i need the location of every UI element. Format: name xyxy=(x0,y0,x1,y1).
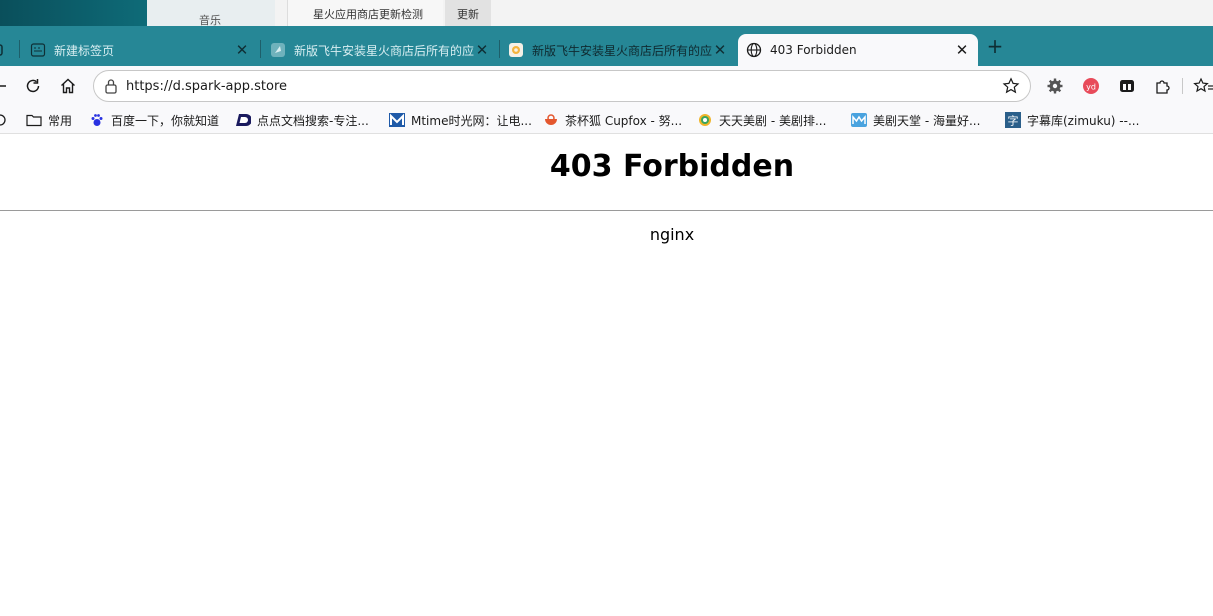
bookmarks-bar: 常用 百度一下，你就知道 点点文档搜索-专注... Mtime时光网：让电...… xyxy=(0,106,1213,134)
gear-extension-icon[interactable] xyxy=(1045,76,1065,96)
svg-text:字: 字 xyxy=(1008,114,1019,128)
tiantian-icon xyxy=(697,112,713,128)
navigation-toolbar: yd xyxy=(0,66,1213,106)
mtime-icon xyxy=(389,112,405,128)
tab-title: 新版飞牛安装星火商店后所有的应用 xyxy=(532,43,712,58)
tab-close-icon[interactable]: ✕ xyxy=(712,41,728,59)
music-label: 音乐 xyxy=(199,14,221,26)
cupfox-icon xyxy=(543,112,559,128)
url-input[interactable] xyxy=(126,76,986,96)
lock-icon[interactable] xyxy=(104,78,118,97)
bookmark-baidu[interactable]: 百度一下，你就知道 xyxy=(89,111,219,129)
background-app-sidebar xyxy=(0,0,147,26)
tab-feiniu-1[interactable]: 新版飞牛安装星火商店后所有的应用 ✕ xyxy=(262,34,498,66)
background-music-item: 音乐 xyxy=(147,0,275,26)
bookmark-label: 点点文档搜索-专注... xyxy=(257,113,369,128)
tab-separator xyxy=(260,40,261,58)
favorites-list-icon[interactable] xyxy=(1193,76,1213,96)
back-arrow-icon[interactable] xyxy=(0,74,12,98)
bookmark-label: Mtime时光网：让电... xyxy=(411,113,532,128)
background-window-title: 星火应用商店更新检测 xyxy=(287,0,443,26)
zimuku-icon: 字 xyxy=(1005,112,1021,128)
bookmark-mtime[interactable]: Mtime时光网：让电... xyxy=(389,111,532,129)
background-app-strip: 音乐 星火应用商店更新检测 更新 xyxy=(0,0,1213,26)
bookmark-diandian[interactable]: 点点文档搜索-专注... xyxy=(235,111,369,129)
page-content: 403 Forbidden nginx xyxy=(0,135,1213,616)
tab-manager-extension-icon[interactable] xyxy=(1117,76,1137,96)
tab-title: 新建标签页 xyxy=(54,43,115,58)
home-icon[interactable] xyxy=(56,74,80,98)
tab-bar: 新建标签页 ✕ 新版飞牛安装星火商店后所有的应用 ✕ 新版飞牛安装星火商店后所有… xyxy=(0,26,1213,66)
address-bar[interactable] xyxy=(93,70,1031,102)
bookmark-meiju[interactable]: 美剧天堂 - 海量好... xyxy=(851,111,980,129)
diandian-icon xyxy=(235,112,251,128)
bookmark-label: 字幕库(zimuku) --... xyxy=(1027,113,1140,128)
tab-partial[interactable] xyxy=(0,34,6,66)
bookmark-label: 百度一下，你就知道 xyxy=(111,113,220,128)
server-name: nginx xyxy=(649,225,695,244)
tab-partial-icon xyxy=(0,44,3,56)
tab-close-icon[interactable]: ✕ xyxy=(474,41,490,59)
divider xyxy=(0,210,1213,211)
page-heading: 403 Forbidden xyxy=(549,149,795,184)
youdao-dict-icon[interactable]: yd xyxy=(1081,76,1101,96)
tab-feiniu-2[interactable]: 新版飞牛安装星火商店后所有的应用 ✕ xyxy=(500,34,736,66)
spark-store-icon xyxy=(509,43,523,57)
tab-title: 新版飞牛安装星火商店后所有的应用 xyxy=(294,43,474,58)
background-update-button[interactable]: 更新 xyxy=(445,0,491,26)
meiju-icon xyxy=(851,112,867,128)
new-tab-page-icon xyxy=(30,43,46,57)
feiniu-icon xyxy=(271,43,285,57)
bookmark-label: 天天美剧 - 美剧排... xyxy=(719,113,827,128)
tab-separator xyxy=(19,40,20,58)
tab-close-icon[interactable]: ✕ xyxy=(234,41,250,59)
new-tab-plus-icon[interactable]: + xyxy=(984,35,1006,57)
folder-icon xyxy=(26,112,42,128)
extensions-puzzle-icon[interactable] xyxy=(1153,76,1173,96)
baidu-icon xyxy=(89,112,105,128)
bookmark-partial[interactable] xyxy=(0,111,14,129)
tab-403-forbidden[interactable]: 403 Forbidden ✕ xyxy=(738,34,978,66)
bookmark-partial-icon xyxy=(0,112,8,128)
bookmark-label: 常用 xyxy=(48,113,73,128)
favorite-star-icon[interactable] xyxy=(1002,77,1020,98)
bookmark-zimuku[interactable]: 字 字幕库(zimuku) --... xyxy=(1005,111,1139,129)
tab-close-icon[interactable]: ✕ xyxy=(954,41,970,59)
tab-new-tab[interactable]: 新建标签页 ✕ xyxy=(22,34,258,66)
svg-text:yd: yd xyxy=(1086,83,1096,92)
globe-icon xyxy=(746,42,762,58)
bookmark-label: 美剧天堂 - 海量好... xyxy=(873,113,981,128)
bookmark-tiantian[interactable]: 天天美剧 - 美剧排... xyxy=(697,111,826,129)
toolbar-separator xyxy=(1182,78,1183,94)
reload-icon[interactable] xyxy=(21,74,45,98)
tab-title: 403 Forbidden xyxy=(770,43,857,57)
bookmark-cupfox[interactable]: 茶杯狐 Cupfox - 努... xyxy=(543,111,682,129)
bookmark-folder-common[interactable]: 常用 xyxy=(26,111,72,129)
bookmark-label: 茶杯狐 Cupfox - 努... xyxy=(565,113,683,128)
